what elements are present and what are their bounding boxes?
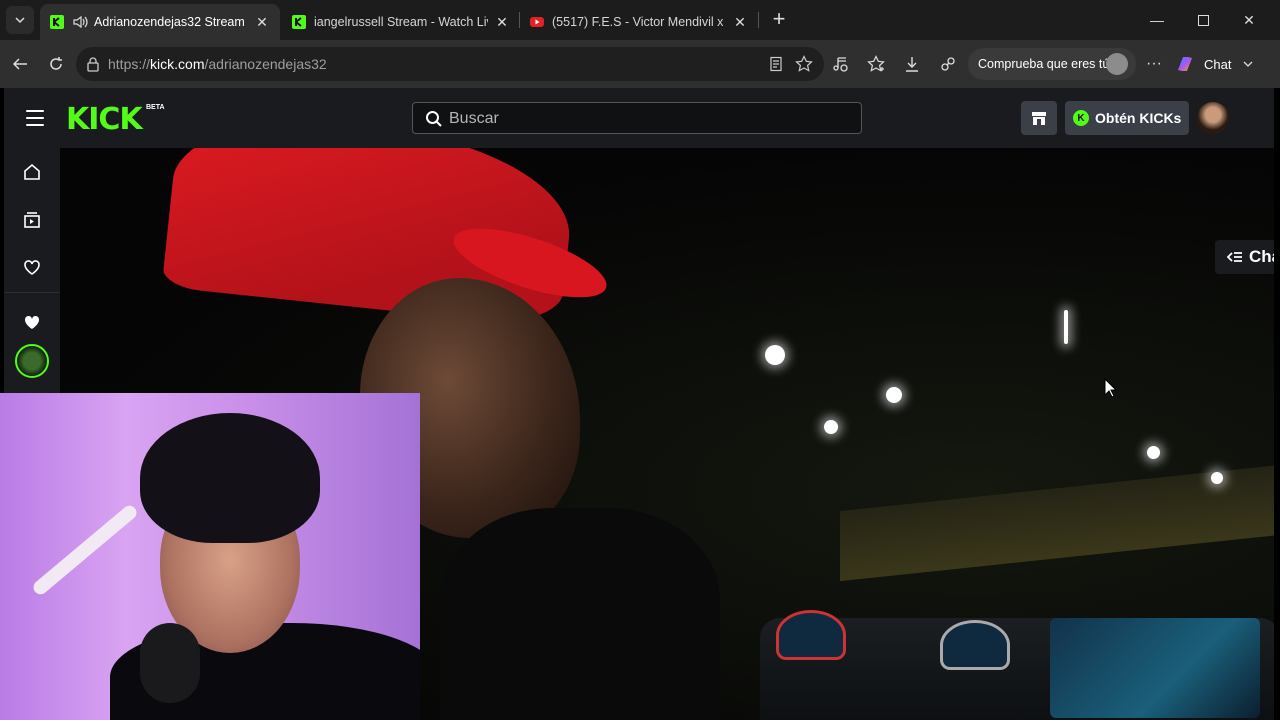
profile-button[interactable]: Comprueba que eres tú (968, 48, 1136, 80)
chevron-down-icon (15, 17, 25, 24)
browser-toolbar: https://kick.com/adrianozendejas32 Compr… (0, 40, 1280, 88)
video-light (1211, 472, 1223, 484)
video-light (886, 387, 902, 403)
more-options-button[interactable]: ··· (1142, 52, 1166, 76)
download-icon (906, 57, 918, 72)
chat-label: Chat (1204, 56, 1232, 72)
favorite-star-button[interactable] (792, 52, 816, 76)
video-light (824, 420, 838, 434)
kick-coin-icon: K (1073, 110, 1089, 126)
copilot-chat-button[interactable]: Chat (1174, 48, 1270, 80)
sidebar-divider (4, 292, 60, 293)
reload-icon (50, 57, 62, 70)
browse-icon (24, 212, 40, 228)
tab-actions-button[interactable] (6, 6, 34, 34)
downloads-button[interactable] (900, 52, 924, 76)
star-icon (795, 55, 813, 72)
webcam-overlay (0, 393, 420, 720)
tab-title: (5517) F.E.S - Victor Mendivil x Om (552, 15, 726, 29)
home-icon (24, 163, 40, 180)
kick-header: KICK BETA K Obtén KICKs (4, 88, 1274, 148)
tab-separator (758, 12, 759, 28)
chat-toggle-button[interactable]: Chat (1215, 240, 1274, 274)
kick-favicon (292, 15, 306, 29)
tab-title: Adrianozendejas32 Stream - W (94, 15, 248, 29)
search-icon (426, 111, 442, 127)
followed-channel-avatar[interactable] (15, 344, 49, 378)
favorites-button[interactable] (864, 52, 888, 76)
webcam-person-hair (140, 413, 320, 543)
followed-channels-heading (22, 313, 42, 333)
url-path: /adrianozendejas32 (204, 56, 327, 72)
copilot-icon (1178, 57, 1192, 71)
url-prefix: https:// (108, 56, 151, 72)
new-tab-button[interactable]: + (766, 6, 792, 34)
address-bar[interactable]: https://kick.com/adrianozendejas32 (76, 47, 824, 81)
user-avatar[interactable] (1197, 102, 1229, 134)
heart-outline-icon (24, 260, 40, 275)
mouse-cursor-icon (1104, 378, 1118, 398)
store-icon (1032, 112, 1046, 125)
browser-tab-strip: Adrianozendejas32 Stream - W ✕ iangelrus… (0, 0, 1280, 40)
store-button[interactable] (1021, 101, 1057, 135)
heart-icon (24, 315, 40, 329)
ellipsis-icon: ··· (1146, 55, 1162, 72)
chat-toggle-label: Chat (1249, 247, 1274, 266)
media-control-button[interactable] (828, 52, 852, 76)
close-tab-icon[interactable]: ✕ (732, 14, 748, 31)
video-nav-screen (1050, 618, 1260, 718)
tab-title: iangelrussell Stream - Watch Live (314, 15, 488, 29)
video-light (1147, 446, 1160, 459)
close-window-button[interactable]: ✕ (1226, 0, 1272, 40)
search-input[interactable] (449, 108, 849, 130)
close-tab-icon[interactable]: ✕ (254, 14, 270, 31)
home-nav-button[interactable] (22, 162, 42, 182)
video-gauge (776, 610, 846, 660)
link-icon (941, 57, 955, 71)
search-bar (412, 102, 862, 134)
chat-expand-icon (1227, 252, 1242, 262)
video-road (840, 464, 1274, 582)
following-nav-button[interactable] (22, 258, 42, 278)
profile-label: Comprueba que eres tú (978, 57, 1110, 71)
speaker-icon[interactable] (72, 15, 88, 29)
video-light (1064, 310, 1068, 344)
tab-adrianozendejas32[interactable]: Adrianozendejas32 Stream - W ✕ (40, 4, 280, 40)
kick-logo[interactable]: KICK (66, 102, 143, 137)
reader-mode-button[interactable] (764, 52, 788, 76)
reload-button[interactable] (44, 52, 68, 76)
menu-icon[interactable] (26, 110, 44, 126)
lock-icon[interactable] (86, 56, 100, 72)
get-kicks-label: Obtén KICKs (1095, 110, 1182, 126)
minimize-button[interactable]: — (1134, 0, 1180, 40)
profile-avatar-icon (1106, 53, 1128, 75)
webcam-microphone (140, 623, 200, 703)
share-button[interactable] (936, 52, 960, 76)
video-gauge (940, 620, 1010, 670)
webcam-mic-arm (30, 502, 140, 598)
browse-nav-button[interactable] (22, 210, 42, 230)
url-host: kick.com (150, 56, 205, 72)
chevron-down-icon (1244, 61, 1253, 67)
tab-iangelrussell[interactable]: iangelrussell Stream - Watch Live ✕ (282, 4, 520, 40)
beta-badge: BETA (146, 104, 165, 111)
video-driver-body (440, 508, 720, 720)
get-kicks-button[interactable]: K Obtén KICKs (1065, 101, 1189, 135)
close-tab-icon[interactable]: ✕ (494, 14, 510, 31)
back-button[interactable] (8, 52, 32, 76)
reader-mode-icon (770, 56, 782, 72)
video-light (765, 345, 785, 365)
maximize-button[interactable] (1180, 0, 1226, 40)
youtube-favicon (530, 17, 544, 27)
arrow-left-icon (12, 58, 27, 70)
music-note-icon (833, 57, 848, 72)
url-text: https://kick.com/adrianozendejas32 (108, 56, 327, 72)
kick-favicon (50, 15, 64, 29)
tab-youtube-fes[interactable]: (5517) F.E.S - Victor Mendivil x Om ✕ (520, 4, 758, 40)
favorites-star-icon (867, 55, 885, 72)
maximize-icon (1197, 14, 1209, 26)
